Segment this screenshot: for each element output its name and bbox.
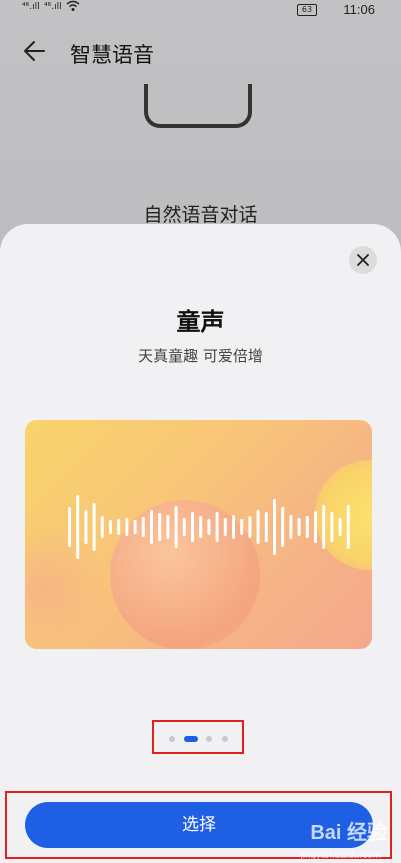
waveform-bar xyxy=(100,516,104,538)
waveform-bar xyxy=(248,516,252,538)
waveform-bar xyxy=(207,519,211,535)
waveform-bar xyxy=(330,512,334,542)
page-dot[interactable] xyxy=(169,736,175,742)
waveform-bar xyxy=(256,510,260,544)
waveform-bar xyxy=(322,505,326,549)
battery-indicator: 63 xyxy=(297,4,317,16)
waveform-bar xyxy=(232,515,235,539)
voice-subtitle: 天真童趣 可爱倍增 xyxy=(138,347,263,365)
waveform-bar xyxy=(117,519,121,535)
back-button[interactable] xyxy=(22,38,52,68)
waveform-bar xyxy=(289,515,293,539)
arrow-left-icon xyxy=(24,41,45,61)
page-dot[interactable] xyxy=(206,736,212,742)
wifi-icon xyxy=(66,0,80,15)
waveform-bar xyxy=(314,511,317,543)
waveform-bar xyxy=(166,515,170,539)
waveform-bar xyxy=(109,520,112,534)
waveform-bar xyxy=(191,512,194,542)
waveform-bar xyxy=(240,519,244,535)
waveform-bar xyxy=(223,518,227,536)
waveform-bar xyxy=(338,518,342,536)
page-dot[interactable] xyxy=(222,736,228,742)
close-icon xyxy=(357,254,369,266)
waveform-bar xyxy=(182,518,186,536)
device-illustration xyxy=(144,84,252,128)
status-bar: ⁴⁶.ıll ⁴⁶.ıll 63 11:06 xyxy=(0,0,401,20)
waveform-bar xyxy=(199,516,203,538)
pager-highlight-box xyxy=(152,720,244,754)
signal-icon: ⁴⁶.ıll xyxy=(22,2,40,12)
voice-title: 童声 xyxy=(176,308,225,336)
feature-text: 自然语音对话 xyxy=(143,204,258,226)
close-button[interactable] xyxy=(349,246,377,274)
page-dot-active[interactable] xyxy=(184,736,198,742)
waveform-bar xyxy=(125,518,129,536)
waveform-bar xyxy=(305,516,309,538)
waveform-bar xyxy=(273,499,276,555)
waveform-bar xyxy=(141,517,145,537)
watermark-url: jingyan.baidu.com xyxy=(300,850,381,861)
waveform-bar xyxy=(133,520,137,534)
waveform-bar xyxy=(158,513,162,541)
waveform-bar xyxy=(264,512,268,542)
waveform-icon xyxy=(68,495,350,559)
waveform-bar xyxy=(150,510,153,544)
clock: 11:06 xyxy=(343,2,375,17)
waveform-bar xyxy=(215,512,219,542)
waveform-bar xyxy=(76,495,80,559)
app-header: 智慧语音 xyxy=(0,30,401,76)
waveform-bar xyxy=(346,505,350,549)
waveform-bar xyxy=(297,518,301,536)
page-title: 智慧语音 xyxy=(70,43,154,67)
waveform-bar xyxy=(174,506,178,548)
waveform-bar xyxy=(92,503,96,551)
waveform-bar xyxy=(281,507,285,547)
waveform-bar xyxy=(68,507,71,547)
signal-icon: ⁴⁶.ıll xyxy=(44,2,62,12)
watermark-logo: Bai 经验 xyxy=(310,822,387,844)
voice-preview-card[interactable] xyxy=(25,420,372,649)
waveform-bar xyxy=(84,510,88,544)
